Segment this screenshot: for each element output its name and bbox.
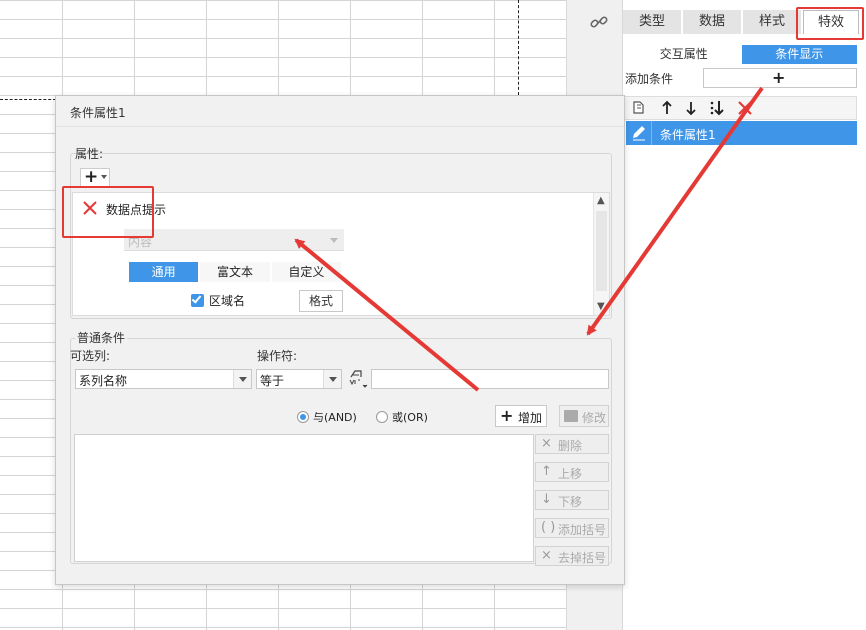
add-condition-button[interactable]: +	[703, 68, 857, 88]
region-name-checkbox[interactable]	[191, 293, 204, 307]
column-select[interactable]: 系列名称	[75, 369, 252, 389]
move-up-icon[interactable]	[658, 99, 676, 117]
add-parentheses-button[interactable]: ( ) 添加括号	[535, 518, 609, 538]
delete-button[interactable]: × 删除	[535, 434, 609, 454]
attribute-list-scrollbar[interactable]: ▲ ▼	[593, 193, 609, 315]
add-parentheses-button-label: 添加括号	[558, 523, 607, 537]
radio-or-label: 或(OR)	[392, 411, 428, 424]
radio-and[interactable]	[297, 411, 309, 423]
caret-down-icon	[330, 238, 338, 243]
operator-select-toggle[interactable]	[323, 370, 341, 388]
remove-parentheses-button-label: 去掉括号	[558, 551, 607, 565]
modify-icon	[564, 410, 578, 422]
delete-button-label: 删除	[558, 439, 583, 453]
common-condition-label: 普通条件	[75, 329, 128, 346]
radio-or[interactable]	[376, 411, 388, 423]
plus-icon: +	[84, 167, 99, 187]
tab-custom[interactable]: 自定义	[271, 262, 341, 282]
annotation-highlight-data-tip	[62, 186, 154, 238]
condition-toolbar	[623, 96, 857, 120]
add-condition-item-button[interactable]: + 增加	[495, 405, 547, 427]
checkmark-icon	[191, 293, 202, 304]
remove-parentheses-button[interactable]: × 去掉括号	[535, 546, 609, 566]
format-button[interactable]: 格式	[299, 290, 343, 312]
caret-down-icon	[239, 377, 247, 382]
move-bottom-icon[interactable]	[708, 99, 726, 117]
caret-down-icon	[101, 175, 107, 179]
modify-button[interactable]: 修改	[559, 405, 609, 427]
radio-selected-dot	[300, 414, 306, 420]
plus-icon: +	[500, 406, 514, 425]
arrow-up-icon: ↑	[541, 464, 552, 479]
remove-parentheses-icon: ×	[541, 548, 552, 563]
tab-rich-text[interactable]: 富文本	[200, 262, 270, 282]
operator-select[interactable]: 等于	[256, 369, 342, 389]
condition-list-item[interactable]: 条件属性1	[626, 121, 857, 145]
link-icon[interactable]	[589, 12, 609, 32]
dialog-title-divider	[56, 126, 624, 127]
page-break-vertical	[518, 0, 519, 95]
copy-icon[interactable]	[630, 99, 648, 117]
move-down-button-label: 下移	[558, 495, 583, 509]
value-type-icon[interactable]	[347, 368, 369, 390]
modify-button-label: 修改	[582, 411, 607, 425]
attributes-label: 属性:	[75, 147, 104, 161]
condition-attribute-dialog: 条件属性1 属性: + 数据点提示 内容 通用 富文本 自定义 区域名 格式 ▲…	[55, 95, 625, 585]
radio-and-label: 与(AND)	[313, 411, 357, 424]
column-select-toggle[interactable]	[233, 370, 251, 388]
caret-down-icon	[329, 377, 337, 382]
condition-value-input[interactable]	[371, 369, 609, 389]
close-icon: ×	[541, 436, 552, 451]
tab-style[interactable]: 样式	[743, 10, 801, 34]
tooltip-mode-tabs: 通用 富文本 自定义	[129, 262, 343, 282]
column-label: 可选列:	[70, 349, 111, 363]
operator-select-value: 等于	[260, 374, 285, 388]
content-select[interactable]: 内容	[124, 229, 344, 251]
move-up-button-label: 上移	[558, 467, 583, 481]
plus-icon: +	[772, 68, 786, 87]
add-condition-label: 添加条件	[625, 72, 674, 86]
condition-list-area[interactable]	[74, 434, 534, 562]
effects-sub-tabs: 交互属性 条件显示	[626, 45, 857, 64]
scroll-thumb[interactable]	[596, 211, 607, 291]
scroll-up-icon[interactable]: ▲	[597, 195, 605, 206]
add-button-label: 增加	[518, 411, 543, 425]
add-attribute-button[interactable]: +	[80, 167, 110, 187]
scroll-down-icon[interactable]: ▼	[597, 301, 605, 312]
right-property-panel: 类型 数据 样式 特效 交互属性 条件显示 添加条件 + 条件属性1	[622, 0, 866, 630]
column-select-value: 系列名称	[79, 374, 128, 388]
annotation-highlight-effects-tab	[796, 7, 864, 40]
page-break-horizontal	[0, 99, 56, 100]
delete-icon[interactable]	[736, 99, 754, 117]
region-name-label: 区域名	[209, 294, 246, 308]
sub-tab-interaction[interactable]: 交互属性	[626, 45, 742, 64]
move-down-button[interactable]: ↓ 下移	[535, 490, 609, 510]
dialog-title: 条件属性1	[70, 106, 126, 120]
move-up-button[interactable]: ↑ 上移	[535, 462, 609, 482]
tab-general[interactable]: 通用	[129, 262, 199, 282]
tab-data[interactable]: 数据	[683, 10, 741, 34]
parentheses-icon: ( )	[541, 520, 556, 535]
operator-label: 操作符:	[257, 349, 298, 363]
sub-tab-conditional-display[interactable]: 条件显示	[741, 45, 857, 64]
edit-pencil-icon	[633, 126, 645, 141]
condition-list-item-label: 条件属性1	[660, 128, 716, 142]
list-separator	[651, 121, 652, 145]
tab-type[interactable]: 类型	[623, 10, 681, 34]
move-down-icon[interactable]	[682, 99, 700, 117]
arrow-down-icon: ↓	[541, 492, 552, 507]
